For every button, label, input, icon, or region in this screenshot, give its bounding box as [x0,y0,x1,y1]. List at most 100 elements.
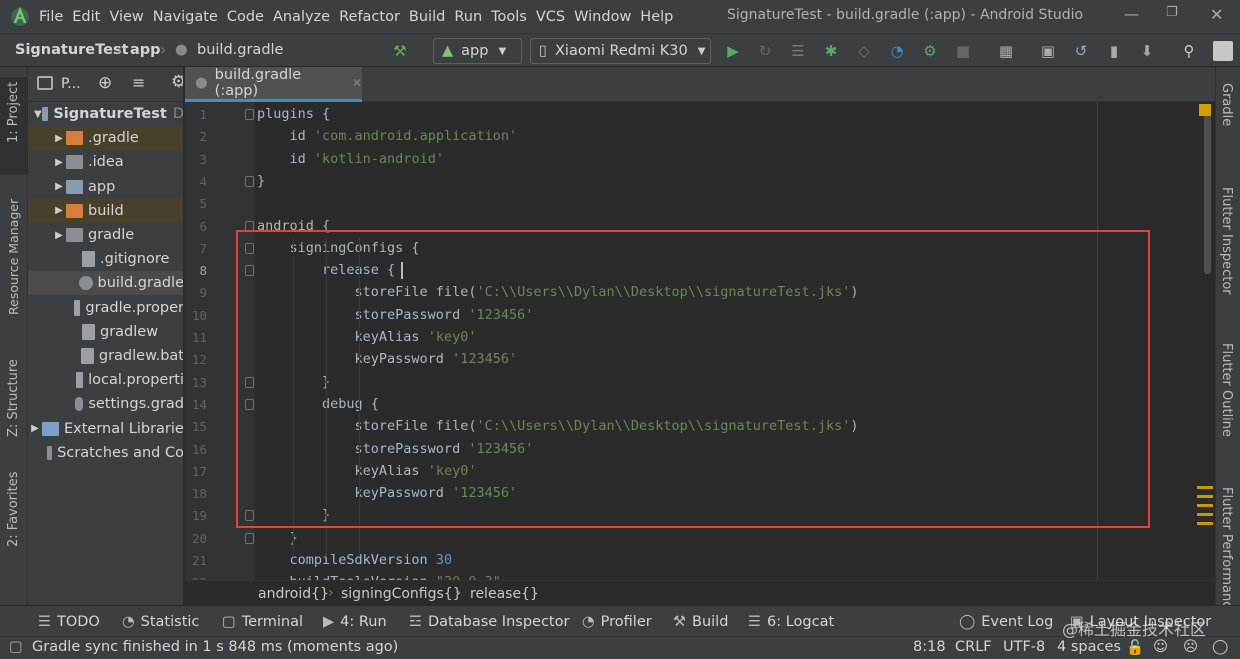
profile-icon[interactable]: ◔ [888,42,906,60]
menu-code[interactable]: Code [227,9,264,25]
menu-vcs[interactable]: VCS [536,9,565,25]
tree-item[interactable]: ▶ gradle [28,223,183,247]
status-message[interactable]: Gradle sync finished in 1 s 848 ms (mome… [32,639,398,655]
code-crumb-android[interactable]: android{} [258,586,329,602]
chevron-right-icon[interactable]: ▶ [52,157,66,168]
tool-statistic[interactable]: ◔ Statistic [122,614,199,630]
tool-terminal[interactable]: ▢ Terminal [222,614,303,630]
chevron-right-icon[interactable]: ▶ [52,181,66,192]
tree-item[interactable]: build.gradle [28,271,183,296]
inspection-warning-marker[interactable] [1199,104,1211,116]
tree-item[interactable]: local.properti [28,368,183,392]
device-manager-icon[interactable]: ▣ [1039,42,1057,60]
tree-item[interactable]: ▶ app [28,175,183,199]
status-window-icon[interactable]: ▢ [9,639,23,655]
menu-navigate[interactable]: Navigate [153,9,218,25]
device-selector[interactable]: ▯ Xiaomi Redmi K30 ▼ [530,38,711,64]
menu-analyze[interactable]: Analyze [273,9,330,25]
notifications-icon[interactable]: ◯ [1212,639,1228,655]
chevron-right-icon[interactable]: ▶ [52,205,66,216]
tool-todo[interactable]: ☰ TODO [38,614,100,630]
menu-refactor[interactable]: Refactor [339,9,400,25]
file-encoding[interactable]: UTF-8 [1003,639,1045,655]
fold-marker-icon[interactable] [245,532,254,544]
frown-feedback-icon[interactable]: ☹ [1183,639,1198,655]
close-window-button[interactable]: ✕ [1210,5,1223,24]
tool-event-log[interactable]: ◯ Event Log [959,614,1053,630]
collapse-all-icon[interactable]: ≡ [132,73,145,92]
run-coverage-icon[interactable]: ⚙ [921,42,939,60]
run-icon[interactable]: ▶ [724,42,742,60]
locate-file-icon[interactable]: ⊕ [98,73,112,93]
tab-build-gradle[interactable]: ● build.gradle (:app) ✕ [185,67,362,102]
tree-item[interactable]: gradle.proper [28,296,183,320]
debug-icon[interactable]: ✱ [822,42,840,60]
tool-tab-flutter-outline[interactable]: Flutter Outline [1219,343,1234,437]
tool-profiler[interactable]: ◔ Profiler [582,614,652,630]
code-crumb-signing-configs[interactable]: signingConfigs{} [341,586,462,602]
chevron-down-icon[interactable]: ▼ [34,109,42,120]
breadcrumb-project[interactable]: SignatureTest [15,42,129,58]
menu-edit[interactable]: Edit [72,9,100,25]
smile-feedback-icon[interactable]: ☺ [1153,639,1168,655]
chevron-right-icon[interactable]: ▶ [28,423,42,434]
tree-item[interactable]: ▶ build [28,198,183,223]
indent-setting[interactable]: 4 spaces [1057,639,1121,655]
restore-button[interactable]: ❐ [1166,5,1178,20]
tool-tab-flutter-inspector[interactable]: Flutter Inspector [1219,187,1234,295]
tool-tab-resource-manager[interactable]: Resource Manager [6,199,21,315]
settings-gear-icon[interactable]: ⚙ [171,72,183,92]
tree-item[interactable]: settings.grad [28,392,183,416]
project-structure-icon[interactable]: ▦ [997,42,1015,60]
tool-database-inspector[interactable]: ☲ Database Inspector [409,614,569,630]
chevron-right-icon[interactable]: ▶ [52,133,66,144]
tool-tab-project[interactable]: 1: Project [6,82,21,143]
attach-debugger-icon[interactable]: ◇ [855,42,873,60]
tool-tab-favorites[interactable]: 2: Favorites [6,471,21,547]
tree-item[interactable]: ▶ External Librarie [28,417,183,441]
menu-window[interactable]: Window [574,9,631,25]
menu-help[interactable]: Help [640,9,673,25]
tree-item[interactable]: ▶ .idea [28,150,183,174]
tool-run[interactable]: ▶ 4: Run [323,614,387,630]
sdk-manager-icon[interactable]: ⬇ [1138,42,1156,60]
editor-scrollbar[interactable] [1204,104,1211,274]
fold-marker-icon[interactable] [245,109,254,120]
run-config-selector[interactable]: ▲ app ▼ [433,38,522,64]
account-avatar-icon[interactable] [1213,41,1233,61]
stop-icon[interactable]: ■ [954,42,972,60]
menu-build[interactable]: Build [409,9,445,25]
chevron-right-icon[interactable]: ▶ [52,230,66,241]
tool-tab-structure[interactable]: Z: Structure [6,359,21,437]
menu-run[interactable]: Run [454,9,482,25]
minimize-button[interactable]: — [1124,5,1139,23]
line-separator[interactable]: CRLF [955,639,992,655]
apply-changes-icon[interactable]: ↻ [756,42,774,60]
tool-logcat[interactable]: ☰ 6: Logcat [748,614,834,630]
caret-position[interactable]: 8:18 [913,639,946,655]
tree-item[interactable]: gradlew.bat [28,344,183,368]
tree-item[interactable]: .gitignore [28,247,183,271]
search-icon[interactable]: ⚲ [1180,42,1198,60]
fold-marker-icon[interactable] [245,175,254,187]
breadcrumb-file[interactable]: build.gradle [197,42,283,58]
tool-tab-flutter-performance[interactable]: Flutter Performance [1219,487,1234,616]
tool-tab-gradle[interactable]: Gradle [1219,83,1234,126]
tool-build[interactable]: ⚒ Build [673,614,728,630]
tree-item[interactable]: gradlew [28,320,183,344]
sync-gradle-icon[interactable]: ↺ [1072,42,1090,60]
tree-item[interactable]: ▼ SignatureTest D [28,102,183,126]
code-crumb-release[interactable]: release{} [470,586,539,602]
project-view-selector[interactable]: P... [61,76,81,92]
apply-code-changes-icon[interactable]: ☰ [789,42,807,60]
menu-view[interactable]: View [109,9,143,25]
hammer-make-icon[interactable]: ⚒ [391,42,409,60]
lock-icon[interactable]: 🔓 [1126,639,1144,656]
avd-manager-icon[interactable]: ▮ [1105,42,1123,60]
close-tab-icon[interactable]: ✕ [352,76,362,90]
tree-item[interactable]: Scratches and Co [28,441,183,465]
menu-file[interactable]: File [39,9,63,25]
breadcrumb-module[interactable]: app [130,42,161,58]
tree-item[interactable]: ▶ .gradle [28,126,183,151]
menu-tools[interactable]: Tools [491,9,527,25]
